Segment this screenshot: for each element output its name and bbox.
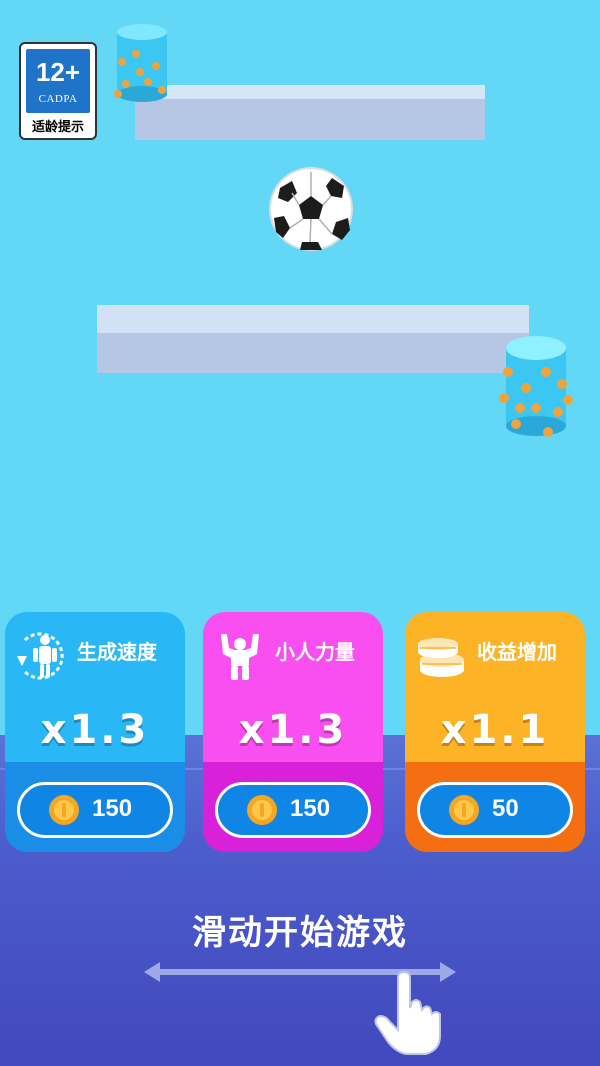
strong-man-icon: [221, 634, 259, 680]
upgrade-cost: 50: [492, 795, 519, 822]
running-man-icon: [17, 632, 64, 680]
upgrade-cost-button[interactable]: 150: [215, 782, 371, 838]
upgrade-card-income[interactable]: 收益增加 x1.1 50: [405, 612, 585, 852]
platform-top: [135, 85, 485, 140]
upgrade-cost: 150: [92, 795, 133, 822]
upgrade-multiplier: x1.3: [40, 707, 150, 753]
upgrade-card-power[interactable]: 小人力量 x1.3 150: [203, 612, 383, 852]
age-rating-org: CADPA: [38, 93, 78, 105]
age-rating-tip: 适龄提示: [31, 120, 84, 135]
swipe-hint: [144, 962, 456, 1055]
coin-stack-icon: [418, 638, 464, 677]
spiked-cylinder-right: [499, 336, 573, 437]
upgrade-title: 小人力量: [275, 640, 355, 664]
hand-pointer-icon: [374, 970, 441, 1055]
age-rating-label: 12+: [35, 57, 81, 87]
age-rating-box: 12+ CADPA: [26, 49, 90, 113]
coin-icon: [247, 795, 277, 825]
game-scene[interactable]: 12+ CADPA 适龄提示 生成速度 x1.3 150 小人力量 x1.3 1…: [0, 0, 600, 1066]
swipe-to-start-label: 滑动开始游戏: [192, 913, 408, 953]
upgrade-multiplier: x1.1: [440, 707, 550, 753]
upgrade-cost: 150: [290, 795, 331, 822]
upgrade-title: 生成速度: [77, 640, 157, 664]
soccer-ball: [269, 167, 353, 251]
platform-middle: [97, 305, 529, 373]
spiked-cylinder-top: [114, 24, 167, 102]
age-rating-badge[interactable]: 12+ CADPA 适龄提示: [19, 42, 97, 140]
upgrade-card-speed[interactable]: 生成速度 x1.3 150: [5, 612, 185, 852]
upgrade-multiplier: x1.3: [238, 707, 348, 753]
upgrade-cost-button[interactable]: 50: [417, 782, 573, 838]
coin-icon: [449, 795, 479, 825]
upgrade-cost-button[interactable]: 150: [17, 782, 173, 838]
upgrade-title: 收益增加: [477, 640, 557, 664]
coin-icon: [49, 795, 79, 825]
